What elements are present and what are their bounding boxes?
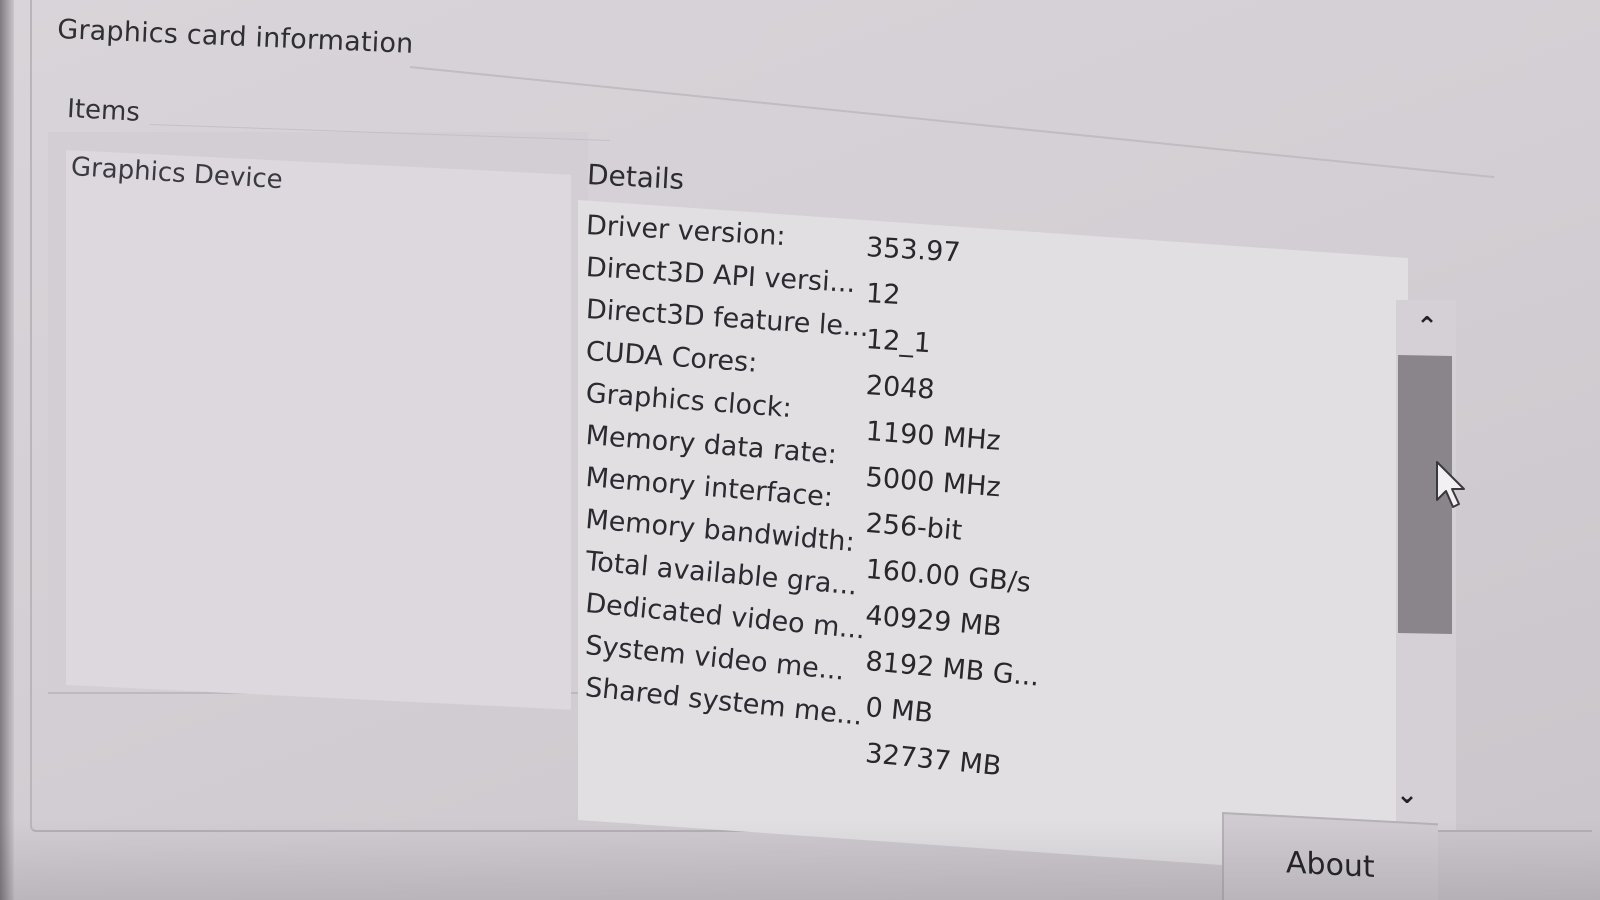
details-row: Graphics clock: 1190 MHz — [585, 378, 1287, 457]
about-button-label: About — [1286, 845, 1375, 886]
details-row: Shared system me... 32737 MB — [584, 672, 1287, 782]
screen: Graphics card information Items Graphics… — [0, 0, 1600, 900]
details-rows: Driver version: 353.97 Direct3D API vers… — [584, 210, 1287, 782]
about-button[interactable]: About — [1222, 812, 1438, 900]
details-row: Direct3D API versi... 12 — [585, 252, 1287, 311]
detail-label: Direct3D API versi... — [585, 252, 857, 300]
details-row: Memory bandwidth: 160.00 GB/s — [584, 504, 1287, 599]
details-row: Memory interface: 256-bit — [584, 462, 1287, 547]
details-heading: Details — [586, 158, 685, 197]
items-heading: Items — [66, 94, 141, 128]
detail-label: Driver version: — [585, 210, 787, 253]
items-list[interactable] — [66, 150, 571, 710]
details-row: Total available gra... 40929 MB — [584, 546, 1287, 643]
details-row: Driver version: 353.97 — [585, 210, 1287, 269]
screen-bezel-edge — [0, 0, 14, 900]
details-row: Dedicated video m... 8192 MB G... — [584, 588, 1287, 693]
details-row: Memory data rate: 5000 MHz — [585, 420, 1287, 503]
scroll-down-icon[interactable]: ⌄ — [1390, 780, 1424, 810]
details-row: CUDA Cores: 2048 — [584, 336, 1287, 406]
scroll-up-icon[interactable]: ⌃ — [1410, 312, 1444, 342]
detail-label: CUDA Cores: — [584, 336, 759, 379]
mouse-pointer-icon — [1436, 461, 1465, 508]
details-row: System video me... 0 MB — [584, 630, 1287, 729]
details-row: Direct3D feature le... 12_1 — [585, 294, 1287, 359]
detail-label: Graphics clock: — [584, 378, 793, 425]
